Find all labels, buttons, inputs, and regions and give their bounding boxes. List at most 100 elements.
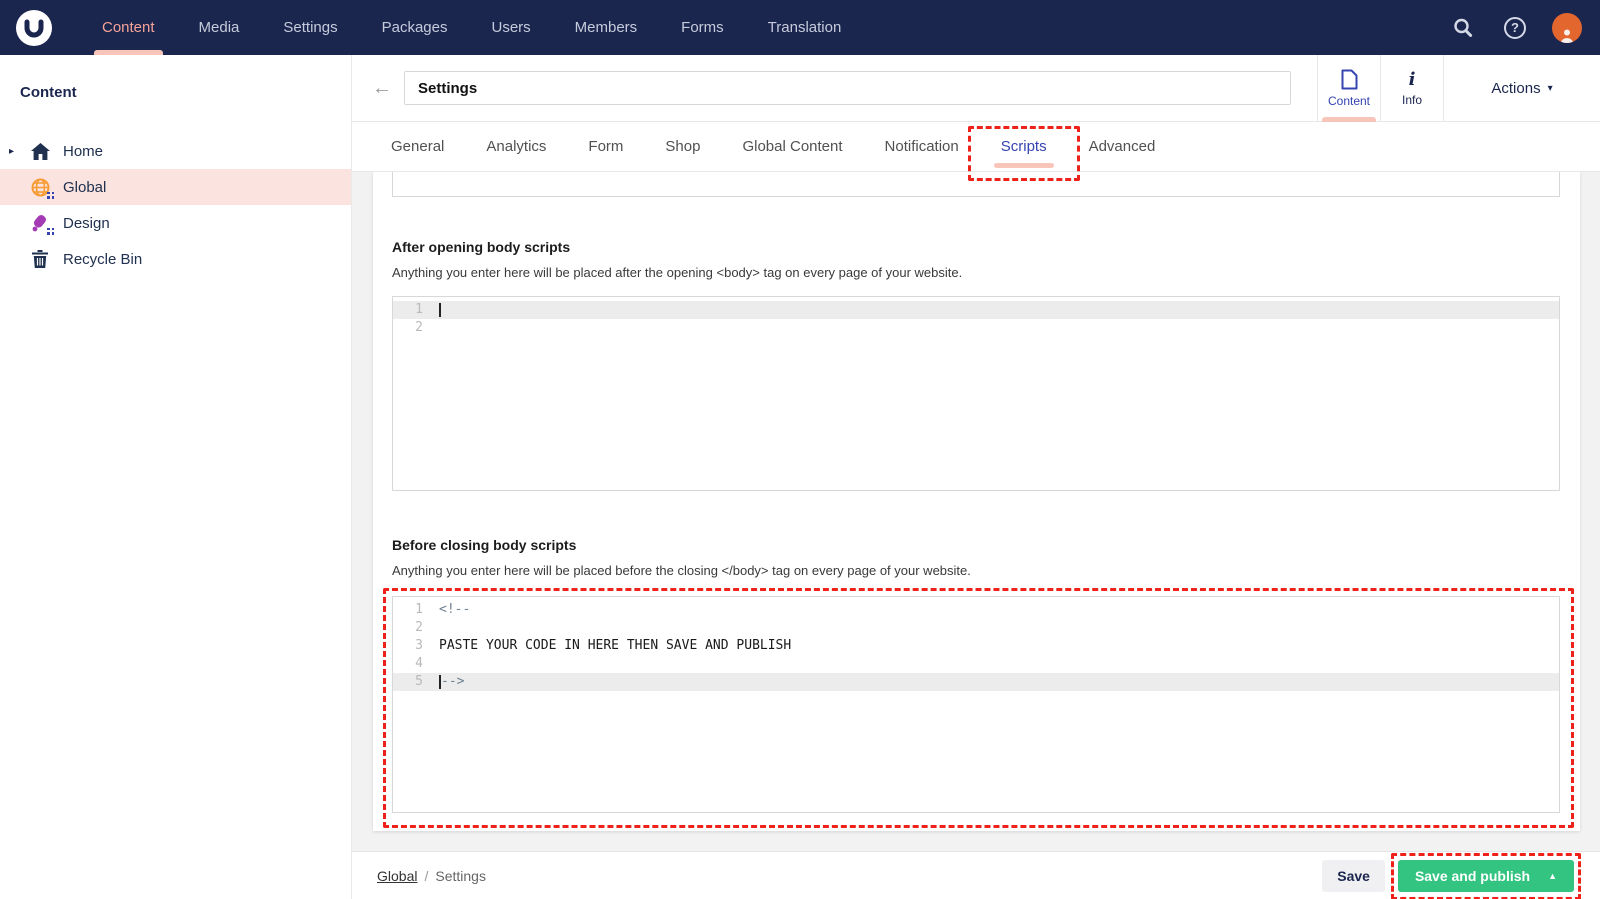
tab-label: General (391, 138, 445, 155)
sidebar-title: Content (20, 84, 77, 101)
code-editor-before-closing-body[interactable]: 1 <!-- 2 3 PASTE YOUR CODE IN HERE THEN … (392, 596, 1560, 813)
help-glyph: ? (1504, 16, 1526, 39)
nav-label: Translation (767, 19, 842, 36)
tree-item-global[interactable]: Global (0, 169, 351, 205)
tab-analytics[interactable]: Analytics (465, 122, 567, 172)
tree-item-label: Design (63, 214, 110, 232)
save-button[interactable]: Save (1322, 859, 1385, 892)
line-number: 2 (415, 620, 423, 635)
code-line[interactable]: 3 PASTE YOUR CODE IN HERE THEN SAVE AND … (393, 637, 1559, 655)
content-tree-sidebar: Content ▸ Home Global Design Recycle Bin (0, 55, 352, 899)
tree-item-label: Recycle Bin (63, 250, 143, 268)
person-icon (1561, 29, 1573, 43)
tab-label: Advanced (1088, 138, 1156, 155)
tree-item-design[interactable]: Design (0, 205, 351, 241)
section-heading-before-closing: Before closing body scripts (392, 537, 577, 553)
chevron-down-icon: ▾ (1547, 83, 1553, 94)
footer-buttons: Save Save and publish ▲ (1322, 852, 1581, 899)
line-number: 1 (415, 302, 423, 317)
code-editor-after-opening-body[interactable]: 1 2 (392, 296, 1560, 491)
top-nav: Content Media Settings Packages Users Me… (0, 0, 1600, 55)
save-publish-label: Save and publish (1414, 867, 1531, 884)
active-underline (94, 50, 163, 55)
node-title-input[interactable] (404, 71, 1291, 105)
help-icon[interactable]: ? (1500, 13, 1530, 43)
code-line[interactable]: 4 (393, 655, 1559, 673)
tree-item-label: Home (63, 142, 104, 160)
breadcrumb-link-global[interactable]: Global (377, 868, 417, 884)
tab-shop[interactable]: Shop (644, 122, 721, 172)
app-tab-info[interactable]: i Info (1380, 55, 1443, 122)
nav-label: Settings (283, 19, 338, 36)
settings-tab-bar: General Analytics Form Shop Global Conte… (352, 122, 1600, 181)
code-line[interactable]: 2 (393, 619, 1559, 637)
save-and-publish-button[interactable]: Save and publish ▲ (1397, 859, 1574, 892)
tab-scripts[interactable]: Scripts (967, 122, 1080, 181)
section-description: Anything you enter here will be placed b… (392, 563, 971, 578)
info-icon: i (1408, 68, 1416, 90)
tab-label: Global Content (742, 138, 843, 155)
expand-caret-icon[interactable]: ▸ (9, 146, 14, 157)
editor-header: ← Content i Info Actions ▾ (352, 55, 1600, 122)
tab-advanced[interactable]: Advanced (1068, 122, 1177, 172)
nav-item-media[interactable]: Media (177, 0, 262, 55)
document-icon (1341, 69, 1357, 90)
tree-item-recycle-bin[interactable]: Recycle Bin (0, 241, 351, 277)
line-number: 5 (415, 674, 423, 689)
back-arrow-icon[interactable]: ← (372, 78, 392, 98)
text-cursor (439, 303, 441, 317)
nav-item-translation[interactable]: Translation (746, 0, 864, 55)
globe-icon (30, 178, 54, 199)
tree-item-label: Global (63, 178, 107, 196)
user-avatar[interactable] (1552, 12, 1582, 43)
breadcrumb-separator: / (424, 867, 429, 884)
app-tab-label: Content (1327, 94, 1371, 108)
doc-type-dots (47, 191, 54, 199)
tab-label: Notification (884, 138, 959, 155)
home-icon (30, 142, 50, 160)
code-editor-partial[interactable] (392, 172, 1560, 197)
line-number: 3 (415, 638, 423, 653)
nav-label: Forms (681, 19, 724, 36)
section-heading-after-opening: After opening body scripts (392, 239, 571, 255)
doc-type-dots (47, 227, 54, 235)
trash-icon (30, 250, 50, 268)
nav-item-settings[interactable]: Settings (261, 0, 359, 55)
search-icon[interactable] (1448, 13, 1478, 43)
code-text: <!-- (439, 602, 471, 617)
umbraco-u-icon (24, 19, 44, 37)
tree-item-home[interactable]: ▸ Home (0, 133, 351, 169)
tab-label: Scripts (1000, 138, 1047, 155)
tab-form[interactable]: Form (567, 122, 644, 172)
nav-item-users[interactable]: Users (469, 0, 552, 55)
actions-dropdown[interactable]: Actions ▾ (1443, 55, 1600, 122)
section-description: Anything you enter here will be placed a… (392, 265, 963, 280)
chevron-up-icon[interactable]: ▲ (1548, 871, 1557, 881)
tab-content-scroll-area[interactable]: After opening body scripts Anything you … (352, 172, 1600, 851)
app-tab-content[interactable]: Content (1317, 55, 1380, 122)
line-number: 2 (415, 320, 423, 335)
nav-label: Media (198, 19, 240, 36)
nav-label: Packages (381, 19, 448, 36)
nav-item-members[interactable]: Members (553, 0, 660, 55)
tab-global-content[interactable]: Global Content (721, 122, 863, 172)
top-nav-sections: Content Media Settings Packages Users Me… (80, 0, 863, 55)
code-line[interactable]: 1 (393, 301, 1559, 319)
nav-label: Content (102, 19, 155, 36)
nav-label: Members (574, 19, 638, 36)
nav-item-forms[interactable]: Forms (659, 0, 746, 55)
code-line[interactable]: 1 <!-- (393, 601, 1559, 619)
tab-notification[interactable]: Notification (864, 122, 980, 172)
nav-item-packages[interactable]: Packages (360, 0, 470, 55)
nav-item-content[interactable]: Content (80, 0, 177, 55)
code-line[interactable]: 2 (393, 319, 1559, 337)
top-nav-right: ? (1448, 0, 1600, 55)
tab-label: Shop (665, 138, 701, 155)
tab-general[interactable]: General (370, 122, 465, 172)
code-line[interactable]: 5 --> (393, 673, 1559, 691)
tab-label: Form (588, 138, 624, 155)
nav-label: Users (491, 19, 531, 36)
editor-footer: Global / Settings Save Save and publish … (352, 851, 1600, 899)
umbraco-logo[interactable] (16, 9, 52, 46)
app-tab-label: Info (1401, 92, 1422, 107)
